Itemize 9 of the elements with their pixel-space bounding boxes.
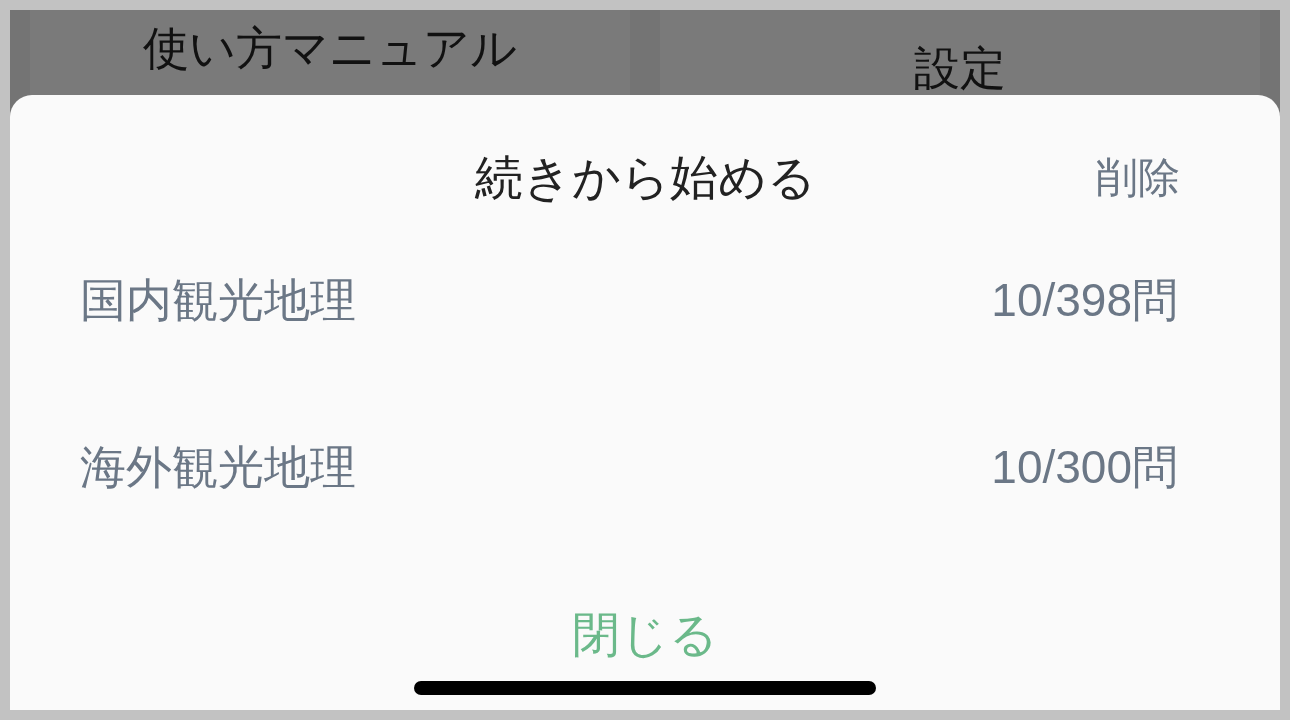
- course-name: 海外観光地理: [80, 439, 356, 495]
- saved-progress-item[interactable]: 国内観光地理 10/398問: [10, 216, 1280, 383]
- question-count: 10/398問: [991, 272, 1178, 328]
- sheet-title: 続きから始める: [474, 153, 816, 203]
- course-name: 国内観光地理: [80, 272, 356, 328]
- question-count: 10/300問: [991, 439, 1178, 495]
- saved-progress-item[interactable]: 海外観光地理 10/300問: [10, 383, 1280, 550]
- close-button[interactable]: 閉じる: [562, 605, 728, 665]
- delete-button[interactable]: 削除: [1096, 155, 1180, 201]
